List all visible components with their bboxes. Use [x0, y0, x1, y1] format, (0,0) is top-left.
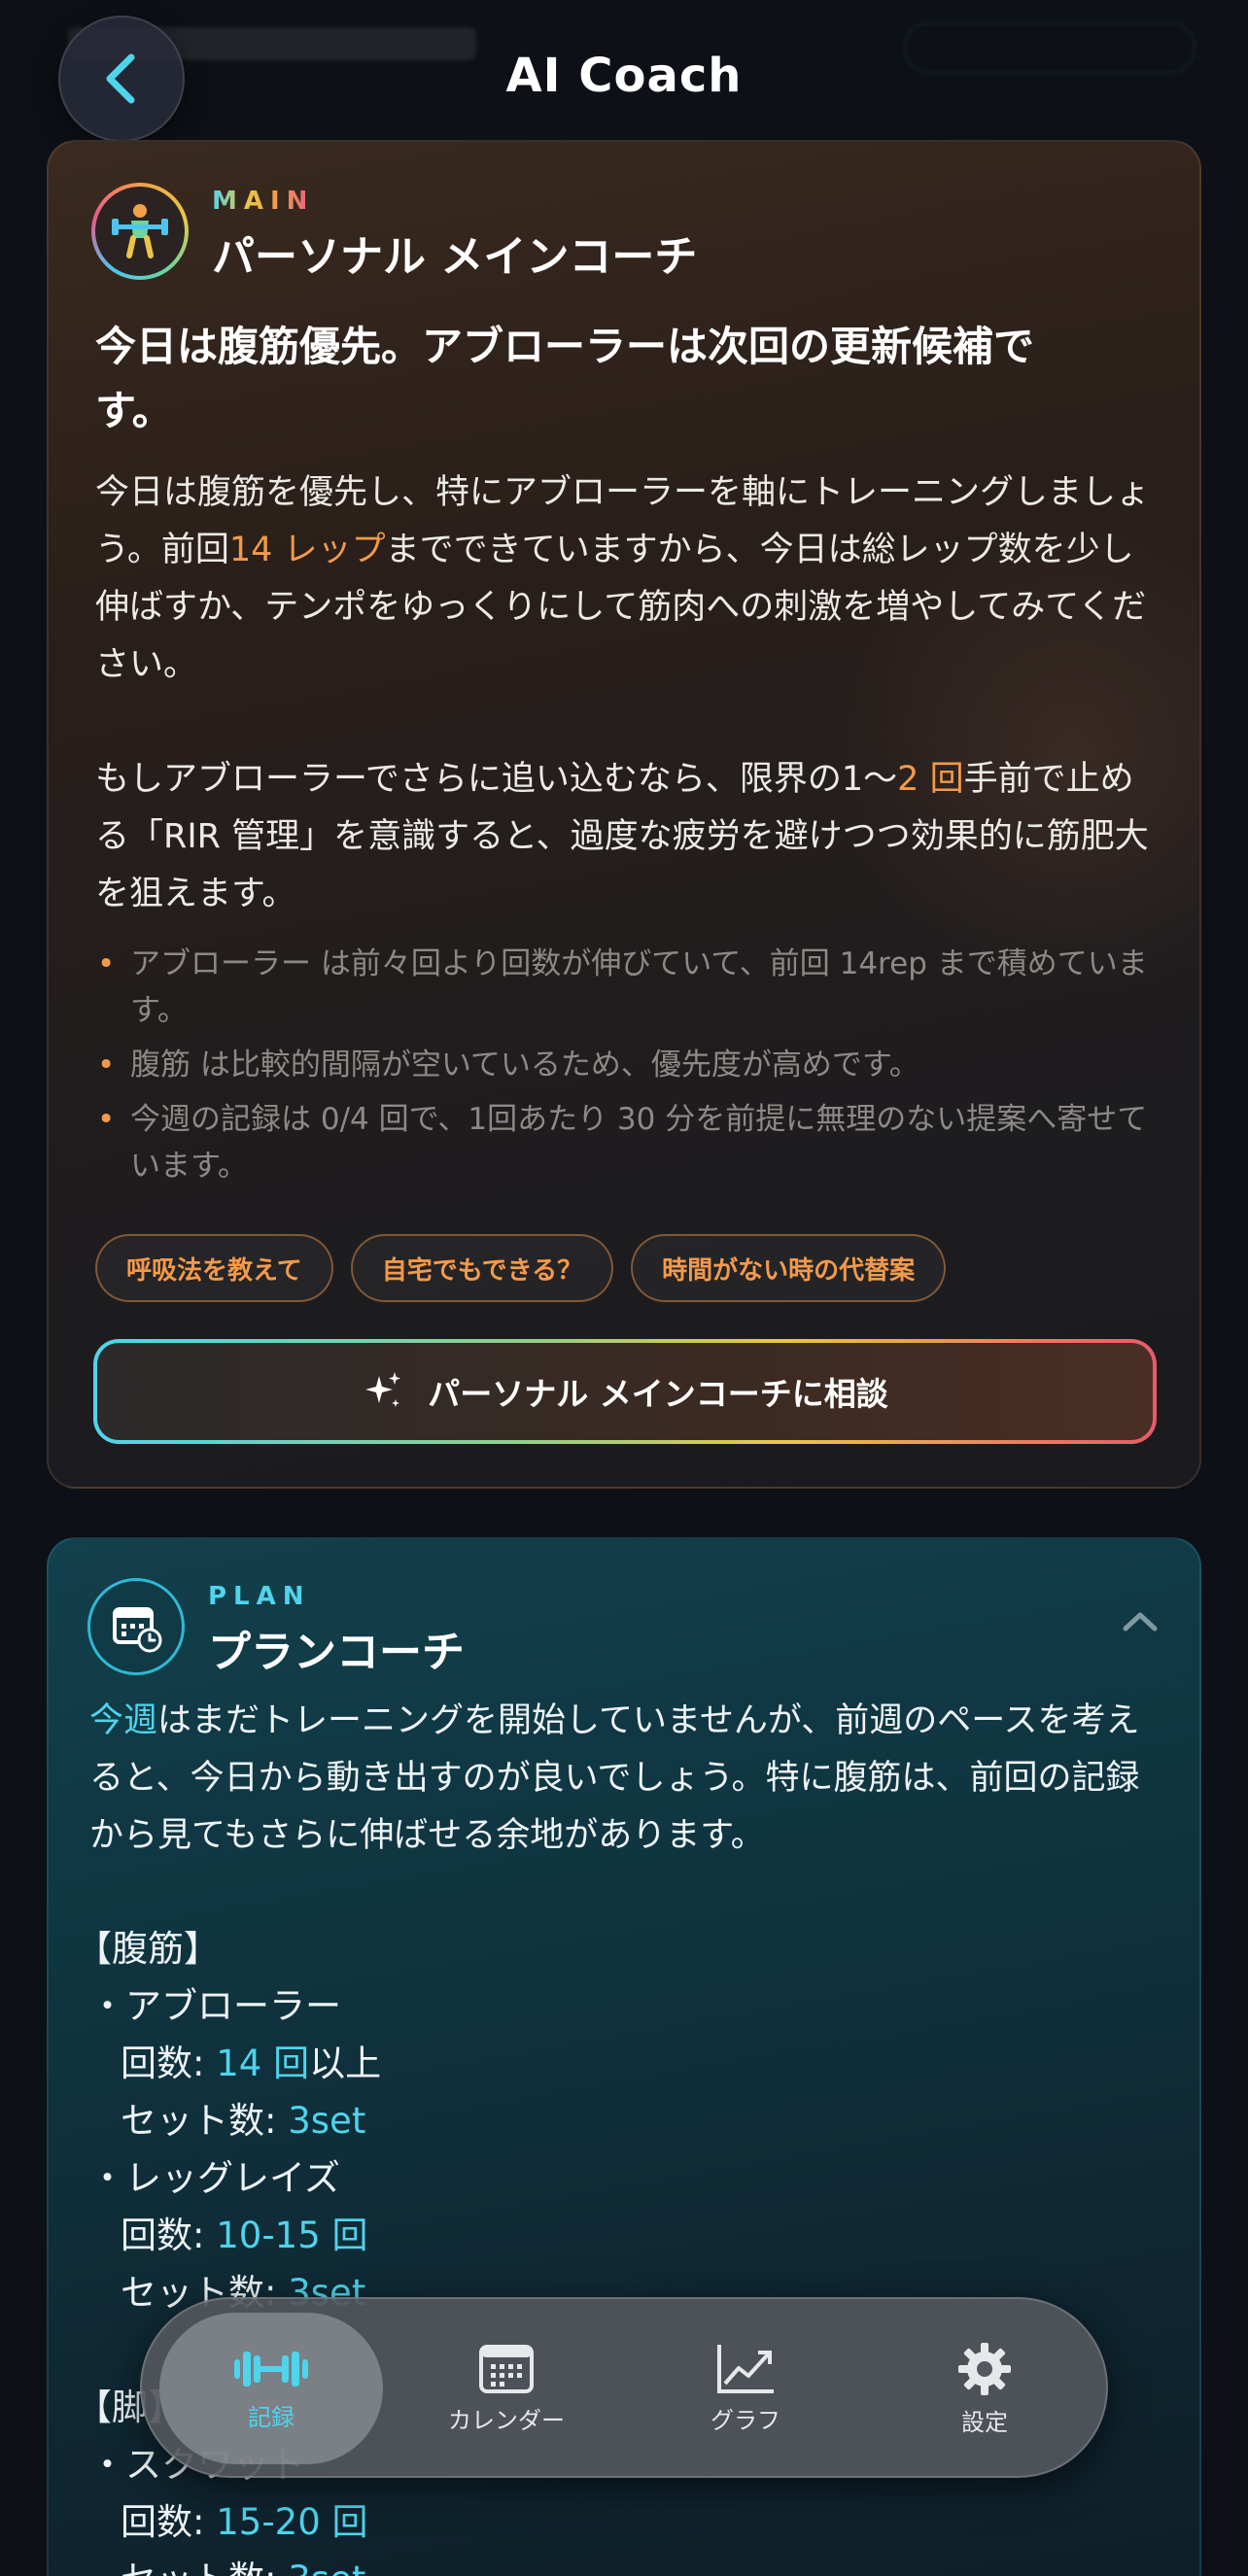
exercise-sets: セット数: 3set: [121, 2100, 366, 2142]
plan-summary: 今週はまだトレーニングを開始していませんが、前週のペースを考えると、今日から動き…: [89, 1701, 1140, 1855]
coach-name: パーソナル メインコーチ: [212, 232, 698, 282]
main-coach-avatar: [91, 183, 189, 280]
exercise-reps: 回数: 15-20 回: [121, 2501, 368, 2543]
coach-name: プランコーチ: [208, 1628, 465, 1677]
chip-at-home[interactable]: 自宅でもできる？: [350, 1234, 614, 1302]
chip-short-time[interactable]: 時間がない時の代替案: [631, 1234, 947, 1302]
chart-icon: [717, 2344, 774, 2393]
chevron-up-icon: [1123, 1612, 1158, 1631]
highlight-this-week: 今週: [89, 1701, 158, 1740]
tab-graph[interactable]: グラフ: [634, 2313, 857, 2464]
collapse-button[interactable]: [1116, 1601, 1164, 1640]
coach-type-tag: PLAN: [208, 1582, 311, 1611]
exercise-reps: 回数: 10-15 回: [121, 2215, 368, 2256]
calendar-icon: [479, 2344, 534, 2393]
reason-list: • アブローラー は前々回より回数が伸びていて、前回 14rep まで積めています…: [95, 941, 1164, 1197]
tab-settings[interactable]: 設定: [873, 2313, 1096, 2464]
consult-main-coach-button[interactable]: パーソナル メインコーチに相談: [93, 1339, 1157, 1444]
tab-label: カレンダー: [448, 2406, 565, 2434]
reason-item: • 今週の記録は 0/4 回で、1回あたり 30 分を前提に無理のない提案へ寄せて…: [97, 1102, 1148, 1184]
highlight-rir: 2 回: [897, 760, 964, 799]
suggestion-chips: 呼吸法を教えて 自宅でもできる？ 時間がない時の代替案: [95, 1234, 947, 1302]
tab-label: 記録: [248, 2403, 295, 2431]
bottom-tab-bar: 記録 カレンダー グラフ 設定: [140, 2297, 1108, 2478]
top-bar: AI Coach: [0, 0, 1248, 146]
chip-breathing[interactable]: 呼吸法を教えて: [95, 1234, 333, 1302]
advice-paragraph: 今日は腹筋を優先し、特にアブローラーを軸にトレーニングしましょう。前回14 レッ…: [95, 473, 1151, 684]
highlight-reps: 14 レップ: [228, 531, 386, 569]
plan-section-title: 【腹筋】: [76, 1928, 220, 1970]
gear-icon: [958, 2342, 1011, 2395]
page-title: AI Coach: [505, 49, 743, 103]
weightlifter-icon: [112, 204, 168, 258]
tab-label: グラフ: [711, 2406, 780, 2434]
coach-type-tag: MAIN: [212, 187, 315, 216]
tab-calendar[interactable]: カレンダー: [395, 2313, 618, 2464]
main-coach-card: MAIN パーソナル メインコーチ 今日は腹筋優先。アブローラーは次回の更新候補…: [47, 140, 1201, 1489]
exercise-name: ・レッグレイズ: [89, 2157, 340, 2199]
tab-label: 設定: [961, 2408, 1008, 2436]
dumbbell-icon: [234, 2351, 308, 2387]
plan-coach-avatar: [87, 1578, 185, 1675]
consult-button-label: パーソナル メインコーチに相談: [428, 1375, 888, 1413]
reason-item: • アブローラー は前々回より回数が伸びていて、前回 14rep まで積めています…: [97, 946, 1148, 1028]
exercise-reps: 回数: 14 回以上: [121, 2043, 382, 2084]
calendar-clock-icon: [113, 1607, 162, 1653]
sparkle-icon: [365, 1372, 401, 1407]
reason-item: • 腹筋 は比較的間隔が空いているため、優先度が高めです。: [97, 1048, 919, 1082]
exercise-name: ・アブローラー: [89, 1985, 341, 2027]
advice-body: 今日は腹筋を優先し、特にアブローラーを軸にトレーニングしましょう。前回14 レッ…: [95, 464, 1164, 923]
exercise-sets: セット数: 3set: [121, 2551, 1164, 2576]
tab-record[interactable]: 記録: [159, 2313, 383, 2464]
advice-headline: 今日は腹筋優先。アブローラーは次回の更新候補です。: [95, 323, 1035, 434]
advice-paragraph: もしアブローラーでさらに追い込むなら、限界の1〜2 回手前で止める「RIR 管理…: [95, 760, 1149, 913]
